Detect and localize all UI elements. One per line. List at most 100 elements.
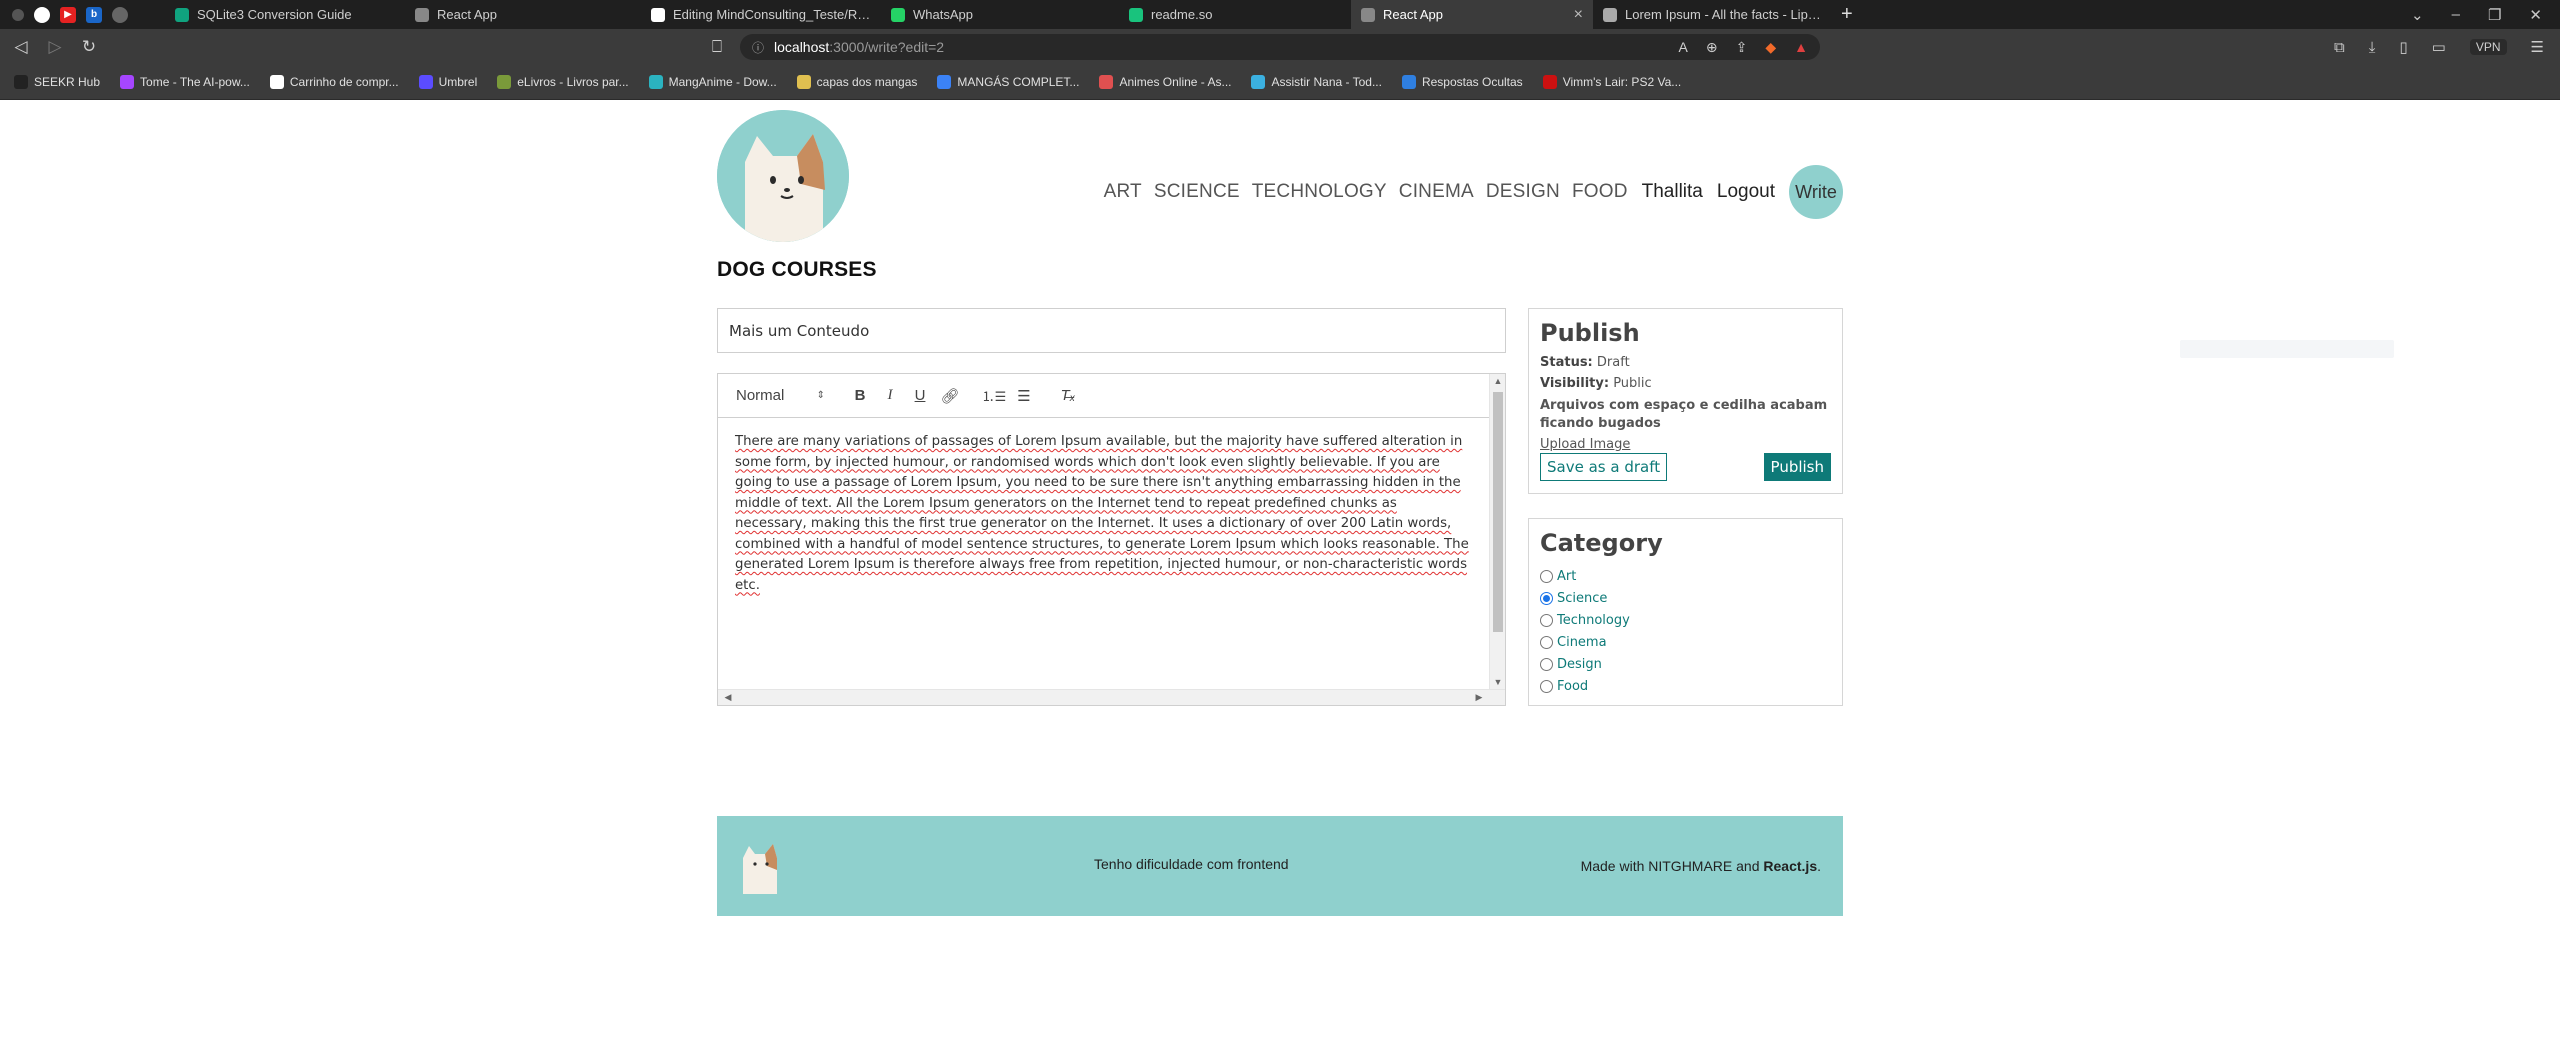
extensions-icon[interactable]: ⧉ — [2334, 39, 2345, 56]
browser-tab[interactable]: WhatsApp — [881, 0, 1119, 29]
format-select[interactable]: Normal ⇕ — [736, 387, 831, 404]
category-science[interactable]: Science — [1540, 587, 1831, 609]
bullet-list-icon[interactable]: ☰ — [1009, 384, 1039, 408]
radio-art[interactable] — [1540, 569, 1553, 583]
bookmark-item[interactable]: Vimm's Lair: PS2 Va... — [1542, 75, 1681, 89]
post-title-input[interactable]: Mais um Conteudo — [717, 308, 1506, 353]
radio-science[interactable] — [1540, 591, 1553, 605]
scroll-down-icon[interactable]: ▼ — [1490, 677, 1506, 687]
sidebar-toggle-icon[interactable] — [12, 8, 24, 21]
logout-link[interactable]: Logout — [1717, 181, 1775, 203]
tab-favicon-icon — [1129, 7, 1143, 22]
tab-label: readme.so — [1151, 7, 1213, 22]
youtube-pinned-icon[interactable]: ▶ — [60, 6, 76, 23]
scroll-up-icon[interactable]: ▲ — [1490, 376, 1506, 386]
save-draft-button[interactable]: Save as a draft — [1540, 453, 1668, 481]
nav-food[interactable]: FOOD — [1572, 181, 1628, 203]
category-design[interactable]: Design — [1540, 653, 1831, 675]
ordered-list-icon[interactable]: ⒈☰ — [979, 384, 1009, 408]
category-art[interactable]: Art — [1540, 565, 1831, 587]
bookmark-favicon-icon — [418, 75, 433, 89]
cat-logo-icon — [717, 110, 849, 242]
browser-tab[interactable]: readme.so — [1119, 0, 1351, 29]
trello-pinned-icon[interactable]: b — [86, 6, 102, 23]
bookmark-item[interactable]: Respostas Ocultas — [1401, 75, 1523, 89]
browser-tab[interactable]: React App — [405, 0, 641, 29]
nav-science[interactable]: SCIENCE — [1154, 181, 1240, 203]
translate-icon[interactable]: A — [1679, 39, 1688, 56]
italic-icon[interactable]: I — [875, 384, 905, 408]
tab-favicon-icon — [651, 7, 665, 22]
radio-food[interactable] — [1540, 679, 1553, 693]
bookmark-item[interactable]: Tome - The AI-pow... — [120, 75, 250, 89]
browser-tab[interactable]: Editing MindConsulting_Teste/READM — [641, 0, 881, 29]
rewards-icon[interactable]: ▲ — [1794, 39, 1808, 56]
editor-content[interactable]: There are many variations of passages of… — [718, 418, 1489, 689]
category-technology[interactable]: Technology — [1540, 609, 1831, 631]
editor-vertical-scrollbar[interactable]: ▲ ▼ — [1489, 374, 1505, 689]
tab-search-icon[interactable]: ⌄ — [2411, 6, 2424, 24]
bookmark-favicon-icon — [497, 75, 512, 89]
browser-tab[interactable]: Lorem Ipsum - All the facts - Lipsum g — [1593, 0, 1831, 29]
close-window-icon[interactable]: ✕ — [2529, 6, 2542, 24]
category-label-food: Food — [1557, 678, 1589, 694]
menu-icon[interactable]: ☰ — [2531, 38, 2544, 56]
clear-format-icon[interactable]: T̶ₓ — [1053, 384, 1083, 408]
bookmark-label: SEEKR Hub — [34, 75, 101, 89]
minimize-icon[interactable]: – — [2452, 6, 2460, 24]
bookmark-item[interactable]: capas dos mangas — [796, 75, 917, 89]
forward-icon[interactable]: ▷ — [42, 34, 68, 60]
vpn-button[interactable]: VPN — [2469, 39, 2507, 55]
bookmark-favicon-icon — [648, 75, 663, 89]
category-cinema[interactable]: Cinema — [1540, 631, 1831, 653]
url-bar[interactable]: ⓘ localhost:3000/write?edit=2 A ⊕ ⇪ ◆ ▲ — [740, 34, 1820, 60]
tab-close-icon[interactable]: × — [1574, 6, 1583, 24]
scroll-right-icon[interactable]: ▶ — [1471, 692, 1487, 703]
scroll-left-icon[interactable]: ◀ — [720, 692, 736, 703]
share-icon[interactable]: ⇪ — [1736, 39, 1748, 56]
publish-button[interactable]: Publish — [1763, 453, 1831, 481]
bookmark-item[interactable]: eLivros - Livros par... — [497, 75, 629, 89]
back-icon[interactable]: ◁ — [8, 34, 34, 60]
radio-cinema[interactable] — [1540, 635, 1553, 649]
bookmark-item[interactable]: Animes Online - As... — [1099, 75, 1231, 89]
upload-image-link[interactable]: Upload Image — [1540, 437, 1630, 452]
editor-horizontal-scrollbar[interactable]: ◀ ▶ — [718, 689, 1505, 705]
bookmark-item[interactable]: Carrinho de compr... — [269, 75, 399, 89]
bookmark-item[interactable]: MANGÁS COMPLET... — [937, 75, 1079, 89]
nav-technology[interactable]: TECHNOLOGY — [1252, 181, 1387, 203]
restore-icon[interactable]: ❐ — [2488, 6, 2501, 24]
nav-design[interactable]: DESIGN — [1486, 181, 1560, 203]
bold-icon[interactable]: B — [845, 384, 875, 408]
browser-pinned-icon[interactable] — [112, 6, 128, 23]
bookmark-item[interactable]: SEEKR Hub — [14, 75, 100, 89]
category-label-science: Science — [1557, 590, 1608, 606]
zoom-icon[interactable]: ⊕ — [1706, 39, 1718, 56]
underline-icon[interactable]: U — [905, 384, 935, 408]
radio-technology[interactable] — [1540, 613, 1553, 627]
bookmark-icon[interactable]: ⎕ — [704, 34, 730, 60]
github-pinned-icon[interactable] — [34, 6, 50, 23]
scrollbar-thumb[interactable] — [1493, 392, 1503, 632]
browser-tab[interactable]: React App × — [1351, 0, 1593, 29]
bookmark-item[interactable]: Assistir Nana - Tod... — [1251, 75, 1382, 89]
bookmark-item[interactable]: Umbrel — [418, 75, 477, 89]
radio-design[interactable] — [1540, 657, 1553, 671]
sidebar-icon[interactable]: ▯ — [2399, 38, 2407, 56]
link-icon[interactable]: 🔗︎ — [935, 384, 965, 408]
downloads-icon[interactable]: ⤓ — [2369, 39, 2376, 56]
site-info-icon[interactable]: ⓘ — [752, 39, 764, 56]
write-button[interactable]: Write — [1789, 165, 1843, 219]
browser-tab[interactable]: SQLite3 Conversion Guide — [165, 0, 405, 29]
category-food[interactable]: Food — [1540, 675, 1831, 697]
reload-icon[interactable]: ↻ — [76, 34, 102, 60]
nav-cinema[interactable]: CINEMA — [1399, 181, 1474, 203]
shield-icon[interactable]: ◆ — [1765, 39, 1776, 56]
site-logo[interactable] — [717, 110, 849, 242]
nav-art[interactable]: ART — [1104, 181, 1142, 203]
new-tab-button[interactable]: + — [1831, 0, 1863, 29]
wallet-icon[interactable]: ▭ — [2432, 38, 2446, 56]
bookmark-item[interactable]: MangAnime - Dow... — [648, 75, 777, 89]
category-title: Category — [1540, 529, 1663, 557]
window-controls: ⌄ – ❐ ✕ — [2411, 6, 2560, 24]
